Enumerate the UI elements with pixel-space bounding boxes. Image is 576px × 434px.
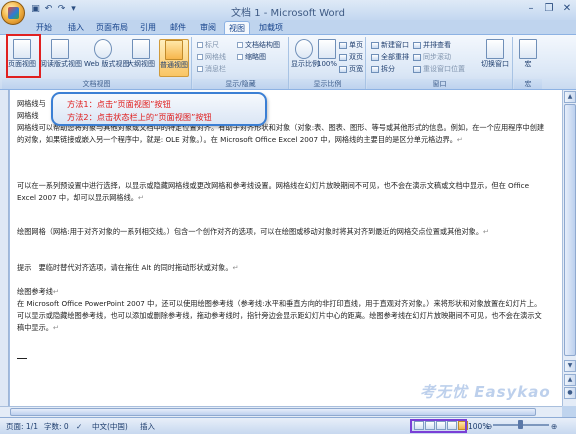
group-window: 新建窗口 全部重排 拆分 并排查看 同步滚动 重设窗口位置 切换窗口 窗口 xyxy=(367,37,513,89)
document-map-checkbox[interactable]: 文档结构图 xyxy=(237,40,280,50)
zoom-100-button[interactable]: 100% xyxy=(316,39,338,77)
vertical-ruler xyxy=(0,90,9,406)
office-logo-icon xyxy=(8,7,19,19)
window-title: 文档 1 - Microsoft Word xyxy=(231,8,345,19)
web-view-icon xyxy=(94,39,112,59)
word-window: ▣ ↶ ↷ ▾ 文档 1 - Microsoft Word – ❐ ✕ 开始 插… xyxy=(0,0,576,434)
ribbon: 页面视图 阅读版式视图 Web 版式视图 大纲视图 普通视图 文档视图 标尺 网… xyxy=(0,34,576,90)
view-side-by-side-button[interactable]: 并排查看 xyxy=(413,40,451,50)
switch-windows-button[interactable]: 切换窗口 xyxy=(479,39,511,77)
ribbon-tabs: 开始 插入 页面布局 引用 邮件 审阅 视图 加载项 ? xyxy=(0,20,576,53)
group-label-zoom: 显示比例 xyxy=(290,79,365,89)
reading-view-button[interactable]: 阅读版式视图 xyxy=(40,39,82,77)
horizontal-scrollbar[interactable] xyxy=(0,406,562,417)
draft-view-button[interactable]: 普通视图 xyxy=(159,39,189,77)
web-view-button[interactable]: Web 版式视图 xyxy=(84,39,130,77)
zoom-in-icon[interactable]: ⊕ xyxy=(551,421,557,432)
title-bar: ▣ ↶ ↷ ▾ 文档 1 - Microsoft Word – ❐ ✕ xyxy=(0,0,576,20)
tab-insert[interactable]: 插入 xyxy=(64,21,88,34)
zoom-100-icon xyxy=(318,39,336,59)
status-view-highlight xyxy=(410,419,467,433)
tab-view[interactable]: 视图 xyxy=(224,21,250,34)
word-count[interactable]: 字数: 0 xyxy=(44,421,69,432)
reset-window-position-button[interactable]: 重设窗口位置 xyxy=(413,64,465,74)
thumbnails-checkbox[interactable]: 缩略图 xyxy=(237,52,266,62)
group-label-document-views: 文档视图 xyxy=(2,79,191,89)
close-icon[interactable]: ✕ xyxy=(558,2,576,16)
instruction-callout: 方法1：点击“页面视图”按钮 方法2：点击状态栏上的“页面视图”按钮 xyxy=(51,92,267,126)
zoom-out-icon[interactable]: ⊖ xyxy=(486,421,492,432)
two-pages-button[interactable]: 双页 xyxy=(339,52,363,62)
callout-line-1: 方法1：点击“页面视图”按钮 xyxy=(67,99,171,109)
draft-view-icon xyxy=(165,40,183,60)
restore-icon[interactable]: ❐ xyxy=(540,2,558,16)
group-label-window: 窗口 xyxy=(367,79,512,89)
document-area: 网格线与 网格线 网格线可以帮助您将对象与其他对象或文档中的特定位置对齐。有助于… xyxy=(0,90,576,406)
synchronous-scrolling-button[interactable]: 同步滚动 xyxy=(413,52,451,62)
one-page-button[interactable]: 单页 xyxy=(339,40,363,50)
reading-view-icon xyxy=(51,39,69,59)
doc-heading-guides: 绘图参考线↵ xyxy=(17,287,59,296)
zoom-slider-knob[interactable] xyxy=(518,420,523,429)
tab-mailings[interactable]: 邮件 xyxy=(166,21,190,34)
doc-paragraph-2: 可以在一系列预设置中进行选择，以显示或隐藏网格线或更改网格和参考线设置。网格线在… xyxy=(17,181,530,202)
group-show-hide: 标尺 网格线 消息栏 文档结构图 缩略图 显示/隐藏 xyxy=(193,37,289,89)
vertical-scrollbar[interactable]: ▲ ▼ ▲ ● xyxy=(562,90,576,406)
page-width-button[interactable]: 页宽 xyxy=(339,64,363,74)
ruler-checkbox[interactable]: 标尺 xyxy=(197,40,219,50)
insert-mode-indicator[interactable]: 插入 xyxy=(140,421,155,432)
tab-add-ins[interactable]: 加载项 xyxy=(255,21,287,34)
doc-paragraph-5: 在 Microsoft Office PowerPoint 2007 中，还可以… xyxy=(17,299,542,332)
scroll-down-icon[interactable]: ▼ xyxy=(564,360,576,372)
doc-paragraph-4: 提示 要临时替代对齐选项，请在拖住 Alt 的同时拖动形状或对象。↵ xyxy=(17,263,239,272)
zoom-button[interactable]: 显示比例 xyxy=(291,39,319,77)
callout-line-2: 方法2：点击状态栏上的“页面视图”按钮 xyxy=(67,112,212,122)
office-button[interactable] xyxy=(1,1,25,25)
previous-page-icon[interactable]: ▲ xyxy=(564,374,576,386)
proofing-icon[interactable]: ✓ xyxy=(76,421,82,432)
outline-view-button[interactable]: 大纲视图 xyxy=(126,39,156,77)
tab-review[interactable]: 审阅 xyxy=(196,21,220,34)
document-page[interactable]: 网格线与 网格线 网格线可以帮助您将对象与其他对象或文档中的特定位置对齐。有助于… xyxy=(10,90,562,406)
macros-button[interactable]: 宏 xyxy=(516,39,540,77)
language-indicator[interactable]: 中文(中国) xyxy=(92,421,128,432)
group-zoom: 显示比例 100% 单页 双页 页宽 显示比例 xyxy=(290,37,366,89)
watermark-logo: 考无忧 Easykao xyxy=(420,383,551,401)
scroll-thumb[interactable] xyxy=(564,104,576,356)
minimize-icon[interactable]: – xyxy=(522,2,540,16)
page-view-highlight xyxy=(6,34,41,78)
tab-references[interactable]: 引用 xyxy=(136,21,160,34)
message-bar-checkbox[interactable]: 消息栏 xyxy=(197,64,226,74)
doc-paragraph-3: 绘图网格（网格:用于对齐对象的一系列相交线。）包含一个创作对齐的选项，可以在绘图… xyxy=(17,227,490,236)
scroll-up-icon[interactable]: ▲ xyxy=(564,91,576,103)
tab-page-layout[interactable]: 页面布局 xyxy=(94,21,130,34)
group-label-show-hide: 显示/隐藏 xyxy=(193,79,288,89)
group-macros: 宏 宏 xyxy=(514,37,542,89)
status-bar: 页面: 1/1 字数: 0 ✓ 中文(中国) 插入 100% ⊖ ⊕ xyxy=(0,417,576,434)
tab-home[interactable]: 开始 xyxy=(32,21,56,34)
select-browse-object-icon[interactable]: ● xyxy=(564,387,576,399)
gridlines-checkbox[interactable]: 网格线 xyxy=(197,52,226,62)
switch-windows-icon xyxy=(486,39,504,59)
page-count[interactable]: 页面: 1/1 xyxy=(6,421,38,432)
split-button[interactable]: 拆分 xyxy=(371,64,395,74)
arrange-all-button[interactable]: 全部重排 xyxy=(371,52,409,62)
magnifier-icon xyxy=(295,39,313,59)
horizontal-scroll-thumb[interactable] xyxy=(10,408,536,416)
group-label-macros: 宏 xyxy=(514,79,542,89)
new-window-button[interactable]: 新建窗口 xyxy=(371,40,409,50)
outline-view-icon xyxy=(132,39,150,59)
end-of-document-mark xyxy=(17,358,27,359)
macros-icon xyxy=(519,39,537,59)
